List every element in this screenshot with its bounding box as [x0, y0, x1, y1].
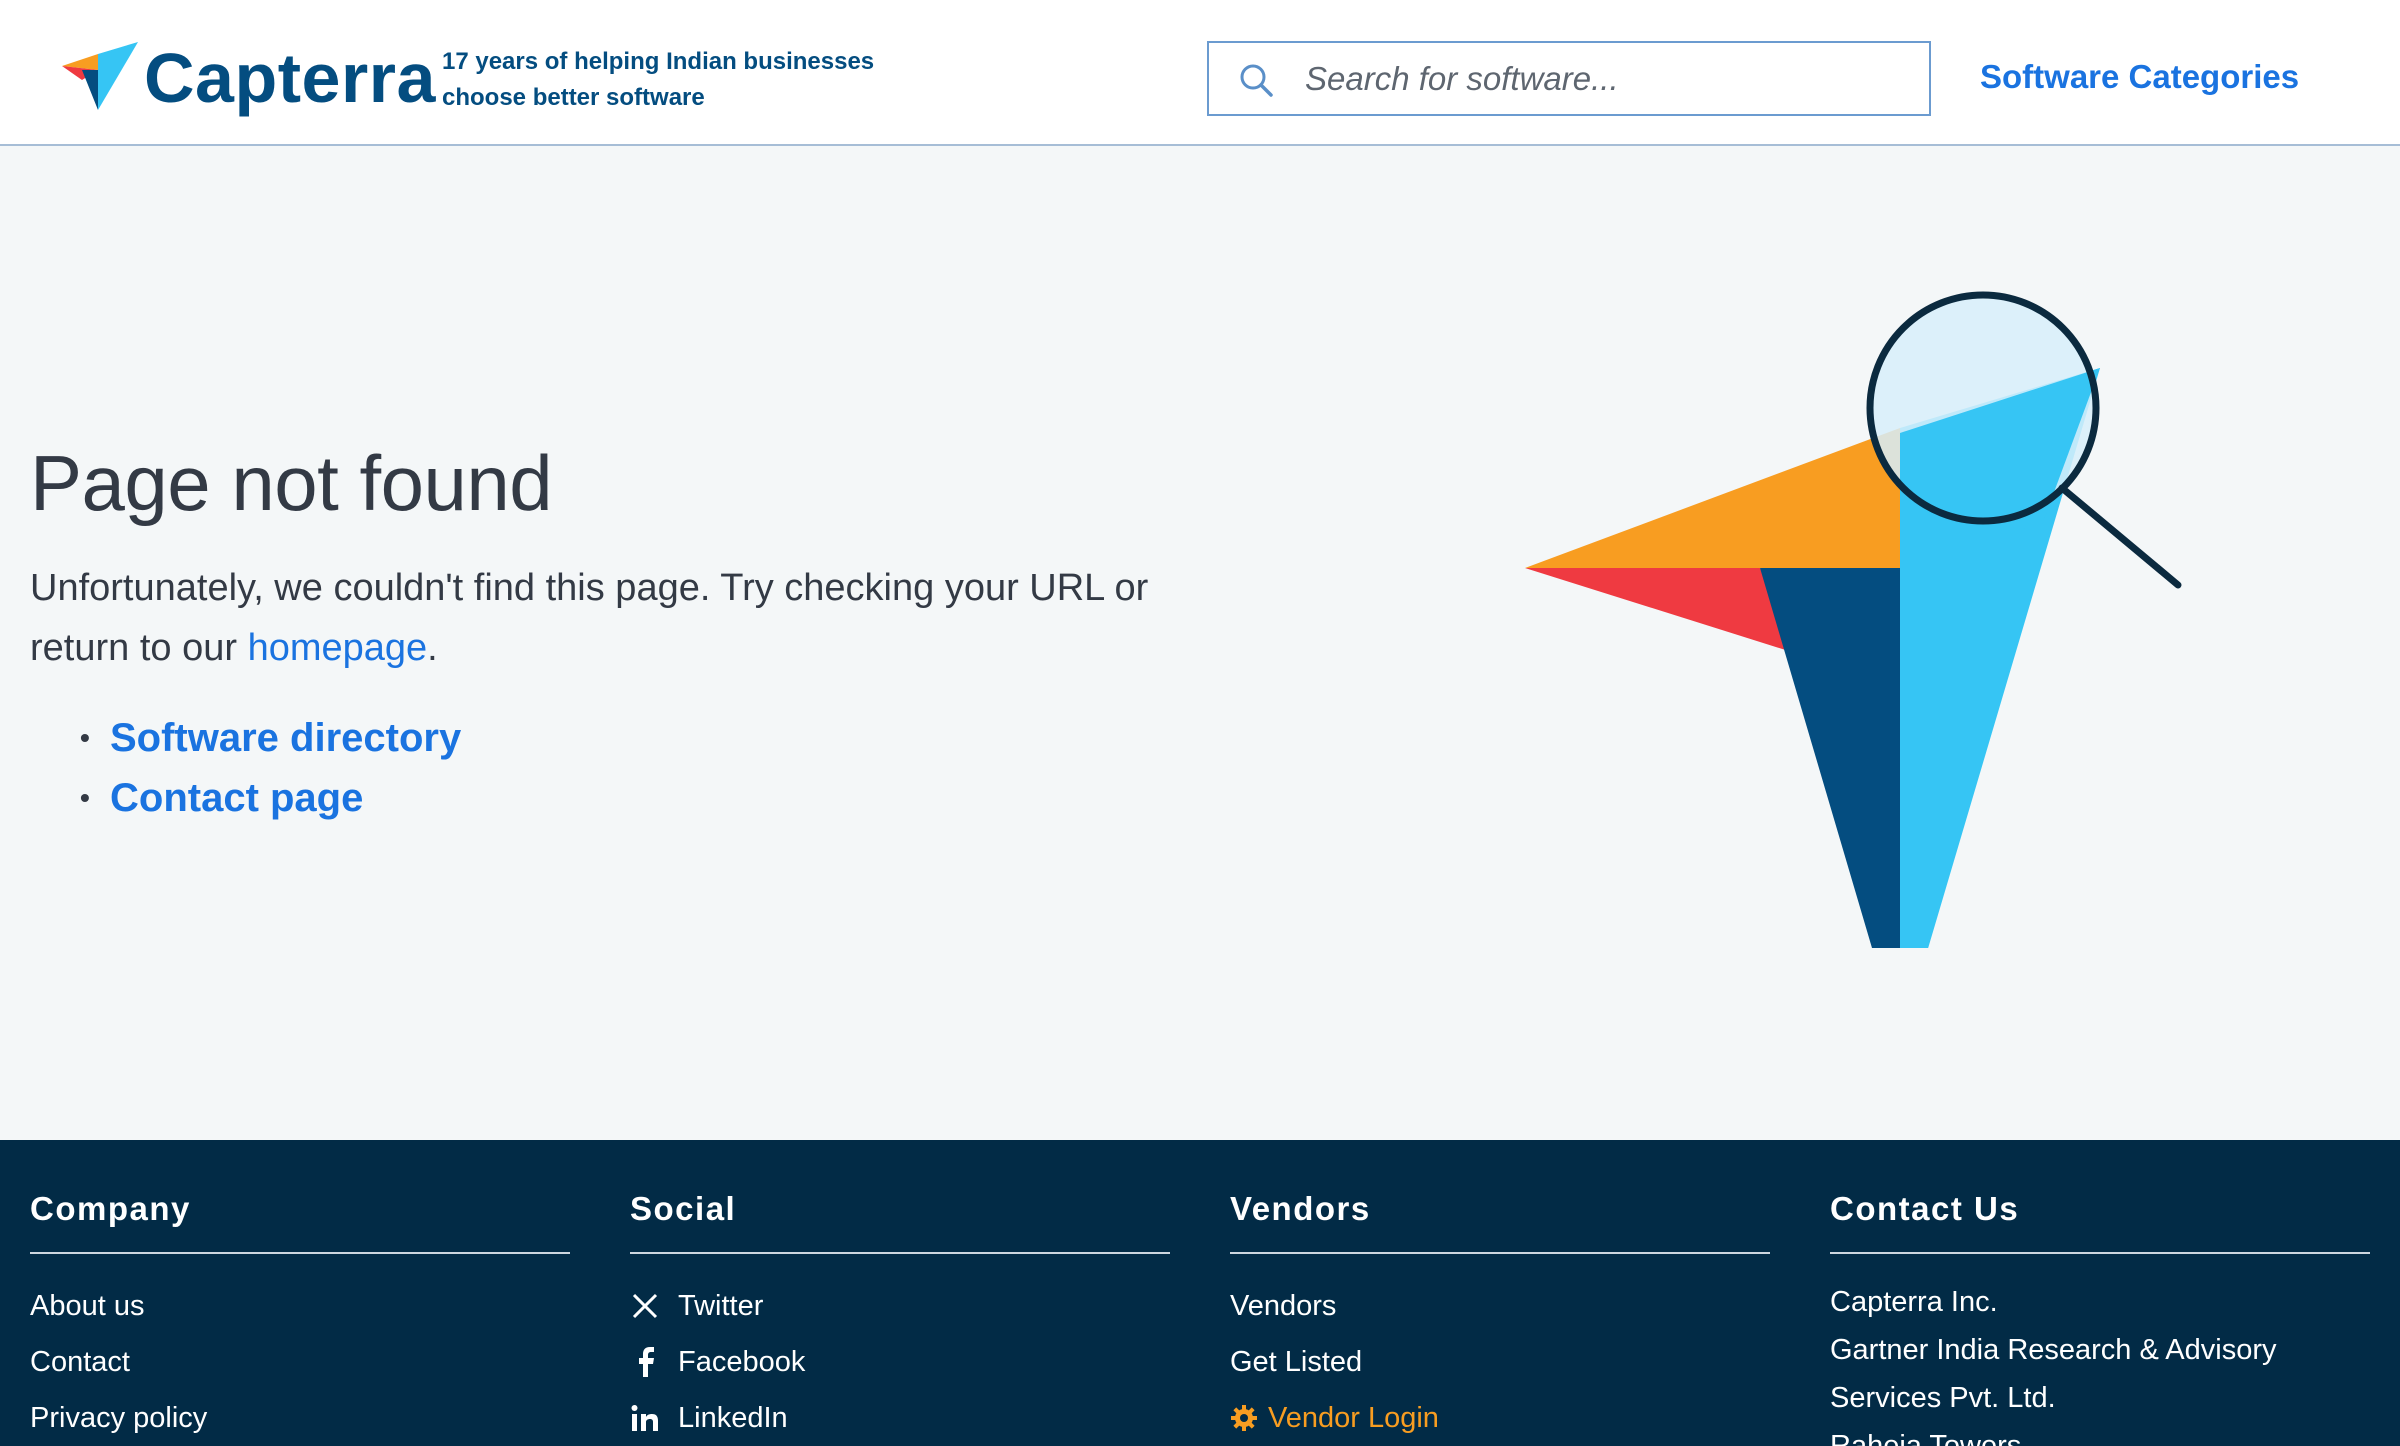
footer-company: Company About us Contact Privacy policy	[30, 1190, 570, 1446]
list-item: • Software directory	[80, 708, 461, 768]
address-line: Capterra Inc.	[1830, 1286, 1998, 1318]
tagline-line-2: choose better software	[442, 84, 705, 111]
get-listed-link[interactable]: Get Listed	[1230, 1334, 1362, 1390]
contact-link[interactable]: Contact	[30, 1334, 130, 1390]
privacy-policy-link[interactable]: Privacy policy	[30, 1390, 207, 1446]
brand-name: Capterra	[144, 39, 436, 117]
facebook-link[interactable]: Facebook	[678, 1334, 805, 1390]
search-input[interactable]	[1305, 43, 1905, 114]
address-line: Services Pvt. Ltd.	[1830, 1382, 2056, 1414]
facebook-icon	[630, 1347, 660, 1377]
linkedin-icon	[630, 1403, 660, 1433]
about-us-link[interactable]: About us	[30, 1278, 144, 1334]
contact-page-link[interactable]: Contact page	[110, 768, 363, 828]
page-title: Page not found	[30, 439, 553, 527]
twitter-link[interactable]: Twitter	[678, 1278, 763, 1334]
footer-link: About us	[30, 1278, 570, 1334]
footer-link: Privacy policy	[30, 1390, 570, 1446]
search-box	[1207, 41, 1931, 116]
footer-link: Contact	[30, 1334, 570, 1390]
footer-vendors: Vendors Vendors Get Listed Vendor Login	[1230, 1190, 1770, 1446]
site-footer: Company About us Contact Privacy policy …	[0, 1140, 2400, 1446]
footer-company-heading: Company	[30, 1190, 570, 1254]
tagline: 17 years of helping Indian businesses ch…	[442, 44, 874, 116]
bullet: •	[80, 782, 90, 813]
software-categories-link[interactable]: Software Categories	[1980, 58, 2299, 96]
linkedin-link[interactable]: LinkedIn	[678, 1390, 788, 1446]
software-directory-link[interactable]: Software directory	[110, 708, 461, 768]
contact-address: Capterra Inc. Gartner India Research & A…	[1830, 1278, 2370, 1446]
vendor-login-link[interactable]: Vendor Login	[1268, 1390, 1439, 1446]
site-header: Capterra 17 years of helping Indian busi…	[0, 0, 2400, 146]
vendors-link[interactable]: Vendors	[1230, 1278, 1336, 1334]
gear-icon	[1231, 1405, 1257, 1431]
address-line: Gartner India Research & Advisory	[1830, 1334, 2277, 1366]
not-found-message: Unfortunately, we couldn't find this pag…	[30, 558, 1180, 678]
search-icon[interactable]	[1239, 63, 1273, 97]
footer-contact-heading: Contact Us	[1830, 1190, 2370, 1254]
main-content: Page not found Unfortunately, we couldn'…	[0, 148, 2400, 1140]
footer-link: Facebook	[630, 1334, 1170, 1390]
capterra-logo[interactable]: Capterra	[62, 38, 436, 118]
message-period: .	[427, 627, 438, 669]
footer-link: LinkedIn	[630, 1390, 1170, 1446]
x-twitter-icon	[630, 1291, 660, 1321]
footer-link: Vendors	[1230, 1278, 1770, 1334]
footer-vendors-heading: Vendors	[1230, 1190, 1770, 1254]
footer-link: Twitter	[630, 1278, 1170, 1334]
helpful-links: • Software directory • Contact page	[80, 708, 461, 828]
bullet: •	[80, 722, 90, 753]
homepage-link[interactable]: homepage	[248, 627, 428, 669]
footer-link: Vendor Login	[1230, 1390, 1770, 1446]
footer-social: Social Twitter Facebook LinkedIn	[630, 1190, 1170, 1446]
message-text: Unfortunately, we couldn't find this pag…	[30, 567, 1149, 669]
magnifier-illustration	[1525, 291, 2182, 948]
capterra-logo-icon	[62, 42, 138, 110]
footer-social-heading: Social	[630, 1190, 1170, 1254]
footer-contact: Contact Us Capterra Inc. Gartner India R…	[1830, 1190, 2370, 1446]
footer-link: Get Listed	[1230, 1334, 1770, 1390]
tagline-line-1: 17 years of helping Indian businesses	[442, 48, 875, 75]
list-item: • Contact page	[80, 768, 461, 828]
address-line: Raheja Towers	[1830, 1430, 2022, 1446]
